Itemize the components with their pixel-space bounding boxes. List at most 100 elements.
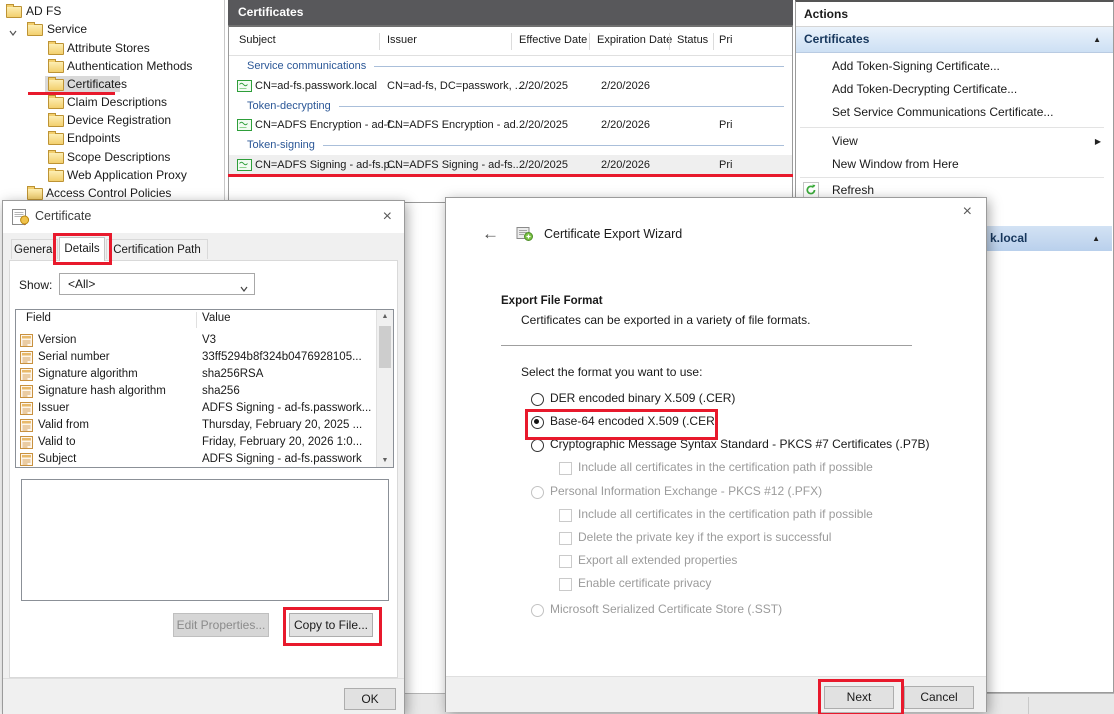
certificate-row-token-signing-selected[interactable]: CN=ADFS Signing - ad-fs.p... CN=ADFS Sig… xyxy=(229,155,792,175)
actions-title-bar: Actions xyxy=(796,2,1113,27)
certificate-seal-icon xyxy=(12,209,31,229)
field-row-signature-hash-algorithm[interactable]: Signature hash algorithm sha256 xyxy=(16,383,393,400)
tree-item-label: Certificates xyxy=(67,75,127,93)
tree-item-label: AD FS xyxy=(26,2,61,20)
fields-scrollbar[interactable]: ▲ ▼ xyxy=(376,310,393,467)
panel-title: Certificates xyxy=(238,5,303,19)
tree-item-scope-descriptions[interactable]: Scope Descriptions xyxy=(0,148,222,166)
close-icon[interactable]: × xyxy=(383,209,392,225)
column-header-status[interactable]: Status xyxy=(677,34,708,46)
ok-button[interactable]: OK xyxy=(344,688,396,710)
field-row-issuer[interactable]: Issuer ADFS Signing - ad-fs.passwork... xyxy=(16,400,393,417)
tree-item-ad-fs[interactable]: AD FS xyxy=(0,2,222,20)
field-row-version[interactable]: Version V3 xyxy=(16,332,393,349)
tab-general[interactable]: General xyxy=(11,239,58,259)
action-add-token-signing[interactable]: Add Token-Signing Certificate... xyxy=(796,55,1113,78)
wizard-title: Certificate Export Wizard xyxy=(544,227,682,241)
copy-to-file-button[interactable]: Copy to File... xyxy=(289,613,373,637)
field-icon xyxy=(20,334,33,350)
option-pfx-privacy: Enable certificate privacy xyxy=(446,576,986,596)
field-row-signature-algorithm[interactable]: Signature algorithm sha256RSA xyxy=(16,366,393,383)
action-new-window[interactable]: New Window from Here xyxy=(796,153,1113,176)
tree-item-label: Service xyxy=(47,20,87,38)
option-pfx-include: Include all certificates in the certific… xyxy=(446,507,986,527)
folder-icon xyxy=(48,170,64,182)
certificate-dialog-title: Certificate xyxy=(35,209,91,223)
scroll-up-icon[interactable]: ▲ xyxy=(377,313,393,320)
column-header-row: Subject Issuer Effective Date Expiration… xyxy=(229,29,792,56)
field-icon xyxy=(20,453,33,468)
cell-issuer: CN=ad-fs, DC=passwork, ... xyxy=(387,80,524,92)
wizard-subheading: Certificates can be exported in a variet… xyxy=(521,313,810,327)
scroll-down-icon[interactable]: ▼ xyxy=(377,457,393,464)
tree-item-endpoints[interactable]: Endpoints xyxy=(0,129,222,147)
show-dropdown[interactable]: <All> xyxy=(59,273,255,295)
cell-effective: 2/20/2025 xyxy=(519,80,568,92)
column-header-subject[interactable]: Subject xyxy=(239,34,276,46)
close-icon[interactable]: × xyxy=(963,204,972,220)
chevron-down-icon xyxy=(239,280,249,300)
certificate-icon xyxy=(237,80,252,95)
scrollbar-thumb[interactable] xyxy=(379,326,391,368)
column-header-primary[interactable]: Pri xyxy=(719,34,732,46)
option-base64-selected[interactable]: Base-64 encoded X.509 (.CER) xyxy=(446,414,986,434)
wizard-prompt: Select the format you want to use: xyxy=(521,365,702,379)
certificate-row-token-decrypting[interactable]: CN=ADFS Encryption - ad-f... CN=ADFS Enc… xyxy=(229,115,792,135)
field-column-header[interactable]: Field xyxy=(26,312,51,324)
column-header-expiration-date[interactable]: Expiration Date xyxy=(597,34,672,46)
column-header-issuer[interactable]: Issuer xyxy=(387,34,417,46)
folder-icon xyxy=(48,61,64,73)
submenu-arrow-icon: ▶ xyxy=(1095,130,1101,153)
action-view[interactable]: View ▶ xyxy=(796,130,1113,153)
collapse-icon[interactable]: ▲ xyxy=(1092,226,1100,251)
certificate-row-service-communications[interactable]: CN=ad-fs.passwork.local CN=ad-fs, DC=pas… xyxy=(229,76,792,96)
adfs-management-console: AD FS Service Attribute Stores Authentic… xyxy=(0,0,1114,714)
back-arrow-icon[interactable]: ← xyxy=(482,224,499,244)
cell-issuer: CN=ADFS Signing - ad-fs.... xyxy=(387,159,525,171)
tree-item-web-application-proxy[interactable]: Web Application Proxy xyxy=(0,166,222,184)
radio-icon-der[interactable] xyxy=(531,393,544,406)
actions-section-certificates[interactable]: Certificates ▲ xyxy=(796,27,1113,53)
tree-item-label: Endpoints xyxy=(67,129,120,147)
cell-expiration: 2/20/2026 xyxy=(601,80,650,92)
federation-service-section-header-partial[interactable]: k.local ▲ xyxy=(986,226,1112,251)
option-der[interactable]: DER encoded binary X.509 (.CER) xyxy=(446,391,986,411)
tree-item-label: Attribute Stores xyxy=(67,39,150,57)
field-row-valid-from[interactable]: Valid from Thursday, February 20, 2025 .… xyxy=(16,417,393,434)
action-add-token-decrypting[interactable]: Add Token-Decrypting Certificate... xyxy=(796,78,1113,101)
group-header-token-decrypting: Token-decrypting xyxy=(229,97,792,115)
tab-certification-path[interactable]: Certification Path xyxy=(106,239,208,259)
tree-item-label: Scope Descriptions xyxy=(67,148,170,166)
show-label: Show: xyxy=(19,278,52,292)
option-pkcs7[interactable]: Cryptographic Message Syntax Standard - … xyxy=(446,437,986,457)
tree-item-service[interactable]: Service xyxy=(0,20,222,38)
tree-item-claim-descriptions[interactable]: Claim Descriptions xyxy=(0,93,222,111)
cancel-button[interactable]: Cancel xyxy=(904,686,974,709)
collapse-icon[interactable]: ▲ xyxy=(1093,27,1101,52)
cell-subject: CN=ad-fs.passwork.local xyxy=(255,80,377,92)
tree-item-certificates[interactable]: Certificates xyxy=(0,75,222,93)
certificate-fields-list[interactable]: Field Value Version V3 Serial number 33f… xyxy=(15,309,394,468)
value-column-header[interactable]: Value xyxy=(202,312,231,324)
certificate-dialog-titlebar[interactable]: Certificate × xyxy=(3,201,404,233)
radio-icon-sst xyxy=(531,604,544,617)
field-row-serial-number[interactable]: Serial number 33ff5294b8f324b0476928105.… xyxy=(16,349,393,366)
field-row-subject[interactable]: Subject ADFS Signing - ad-fs.passwork xyxy=(16,451,393,468)
tab-details[interactable]: Details xyxy=(59,237,105,261)
cell-subject: CN=ADFS Encryption - ad-f... xyxy=(255,119,400,131)
action-set-service-communications[interactable]: Set Service Communications Certificate..… xyxy=(796,101,1113,124)
tree-item-authentication-methods[interactable]: Authentication Methods xyxy=(0,57,222,75)
tree-item-attribute-stores[interactable]: Attribute Stores xyxy=(0,39,222,57)
certificates-panel: Certificates Subject Issuer Effective Da… xyxy=(228,0,793,200)
column-header-effective-date[interactable]: Effective Date xyxy=(519,34,587,46)
chevron-down-icon[interactable] xyxy=(8,25,18,35)
field-row-valid-to[interactable]: Valid to Friday, February 20, 2026 1:0..… xyxy=(16,434,393,451)
next-button[interactable]: Next xyxy=(824,686,894,709)
tree-item-device-registration[interactable]: Device Registration xyxy=(0,111,222,129)
radio-icon-pkcs7[interactable] xyxy=(531,439,544,452)
group-header-token-signing: Token-signing xyxy=(229,136,792,154)
panel-title-bar: Certificates xyxy=(228,0,793,25)
panel-splitter[interactable] xyxy=(224,0,225,200)
radio-icon-base64[interactable] xyxy=(531,416,544,429)
cell-subject: CN=ADFS Signing - ad-fs.p... xyxy=(255,159,399,171)
